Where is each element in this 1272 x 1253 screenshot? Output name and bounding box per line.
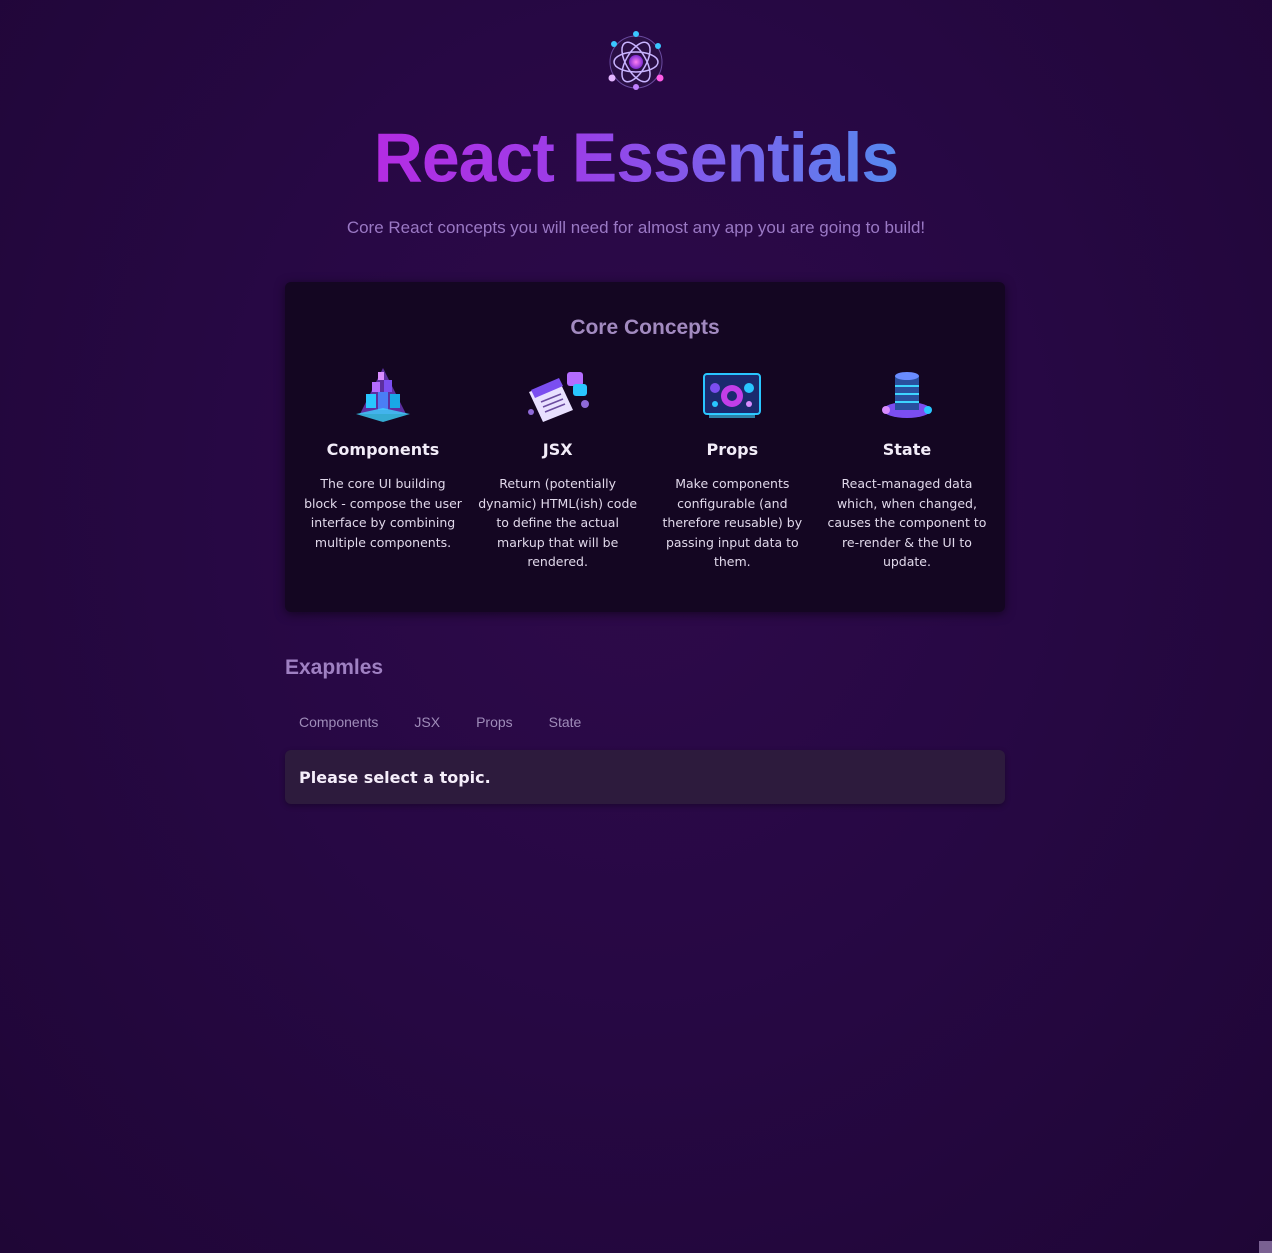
state-icon <box>881 372 932 418</box>
atom-icon <box>608 31 664 90</box>
resize-handle[interactable] <box>1259 1241 1272 1253</box>
concept-list: Components The core UI building block - … <box>299 364 991 572</box>
core-concepts-section: Core Concepts Components The core UI bui… <box>285 282 1005 612</box>
concept-item-props: Props Make components configurable (and … <box>648 364 816 572</box>
components-icon <box>356 368 410 422</box>
core-concepts-heading: Core Concepts <box>570 316 720 339</box>
page-title: React Essentials <box>0 123 1272 192</box>
page-subtitle: Core React concepts you will need for al… <box>346 218 926 237</box>
concept-title: Props <box>706 440 759 459</box>
tab-props[interactable]: Props <box>462 710 527 734</box>
tab-content-panel: Please select a topic. <box>285 750 1005 804</box>
concept-description: React-managed data which, when changed, … <box>827 476 987 569</box>
tab-state[interactable]: State <box>535 710 596 734</box>
examples-section: Exapmles Components JSX Props State Plea… <box>285 656 1005 804</box>
jsx-icon <box>527 372 589 422</box>
concept-item-state: State React-managed data which, when cha… <box>823 364 991 572</box>
concept-item-jsx: JSX Return (potentially dynamic) HTML(is… <box>474 364 642 572</box>
examples-heading: Exapmles <box>285 656 384 679</box>
concept-description: Return (potentially dynamic) HTML(ish) c… <box>478 476 638 569</box>
concept-item-components: Components The core UI building block - … <box>299 364 467 572</box>
concept-description: The core UI building block - compose the… <box>304 476 462 550</box>
select-topic-message: Please select a topic. <box>299 767 491 787</box>
tab-components[interactable]: Components <box>285 710 392 734</box>
concept-title: JSX <box>542 440 573 459</box>
examples-tab-menu: Components JSX Props State <box>285 710 1005 734</box>
concept-description: Make components configurable (and theref… <box>662 476 803 569</box>
props-icon <box>703 373 762 418</box>
concept-title: State <box>882 440 932 459</box>
tab-jsx[interactable]: JSX <box>400 710 454 734</box>
page-header: React Essentials Core React concepts you… <box>0 0 1272 238</box>
concept-title: Components <box>326 440 440 459</box>
